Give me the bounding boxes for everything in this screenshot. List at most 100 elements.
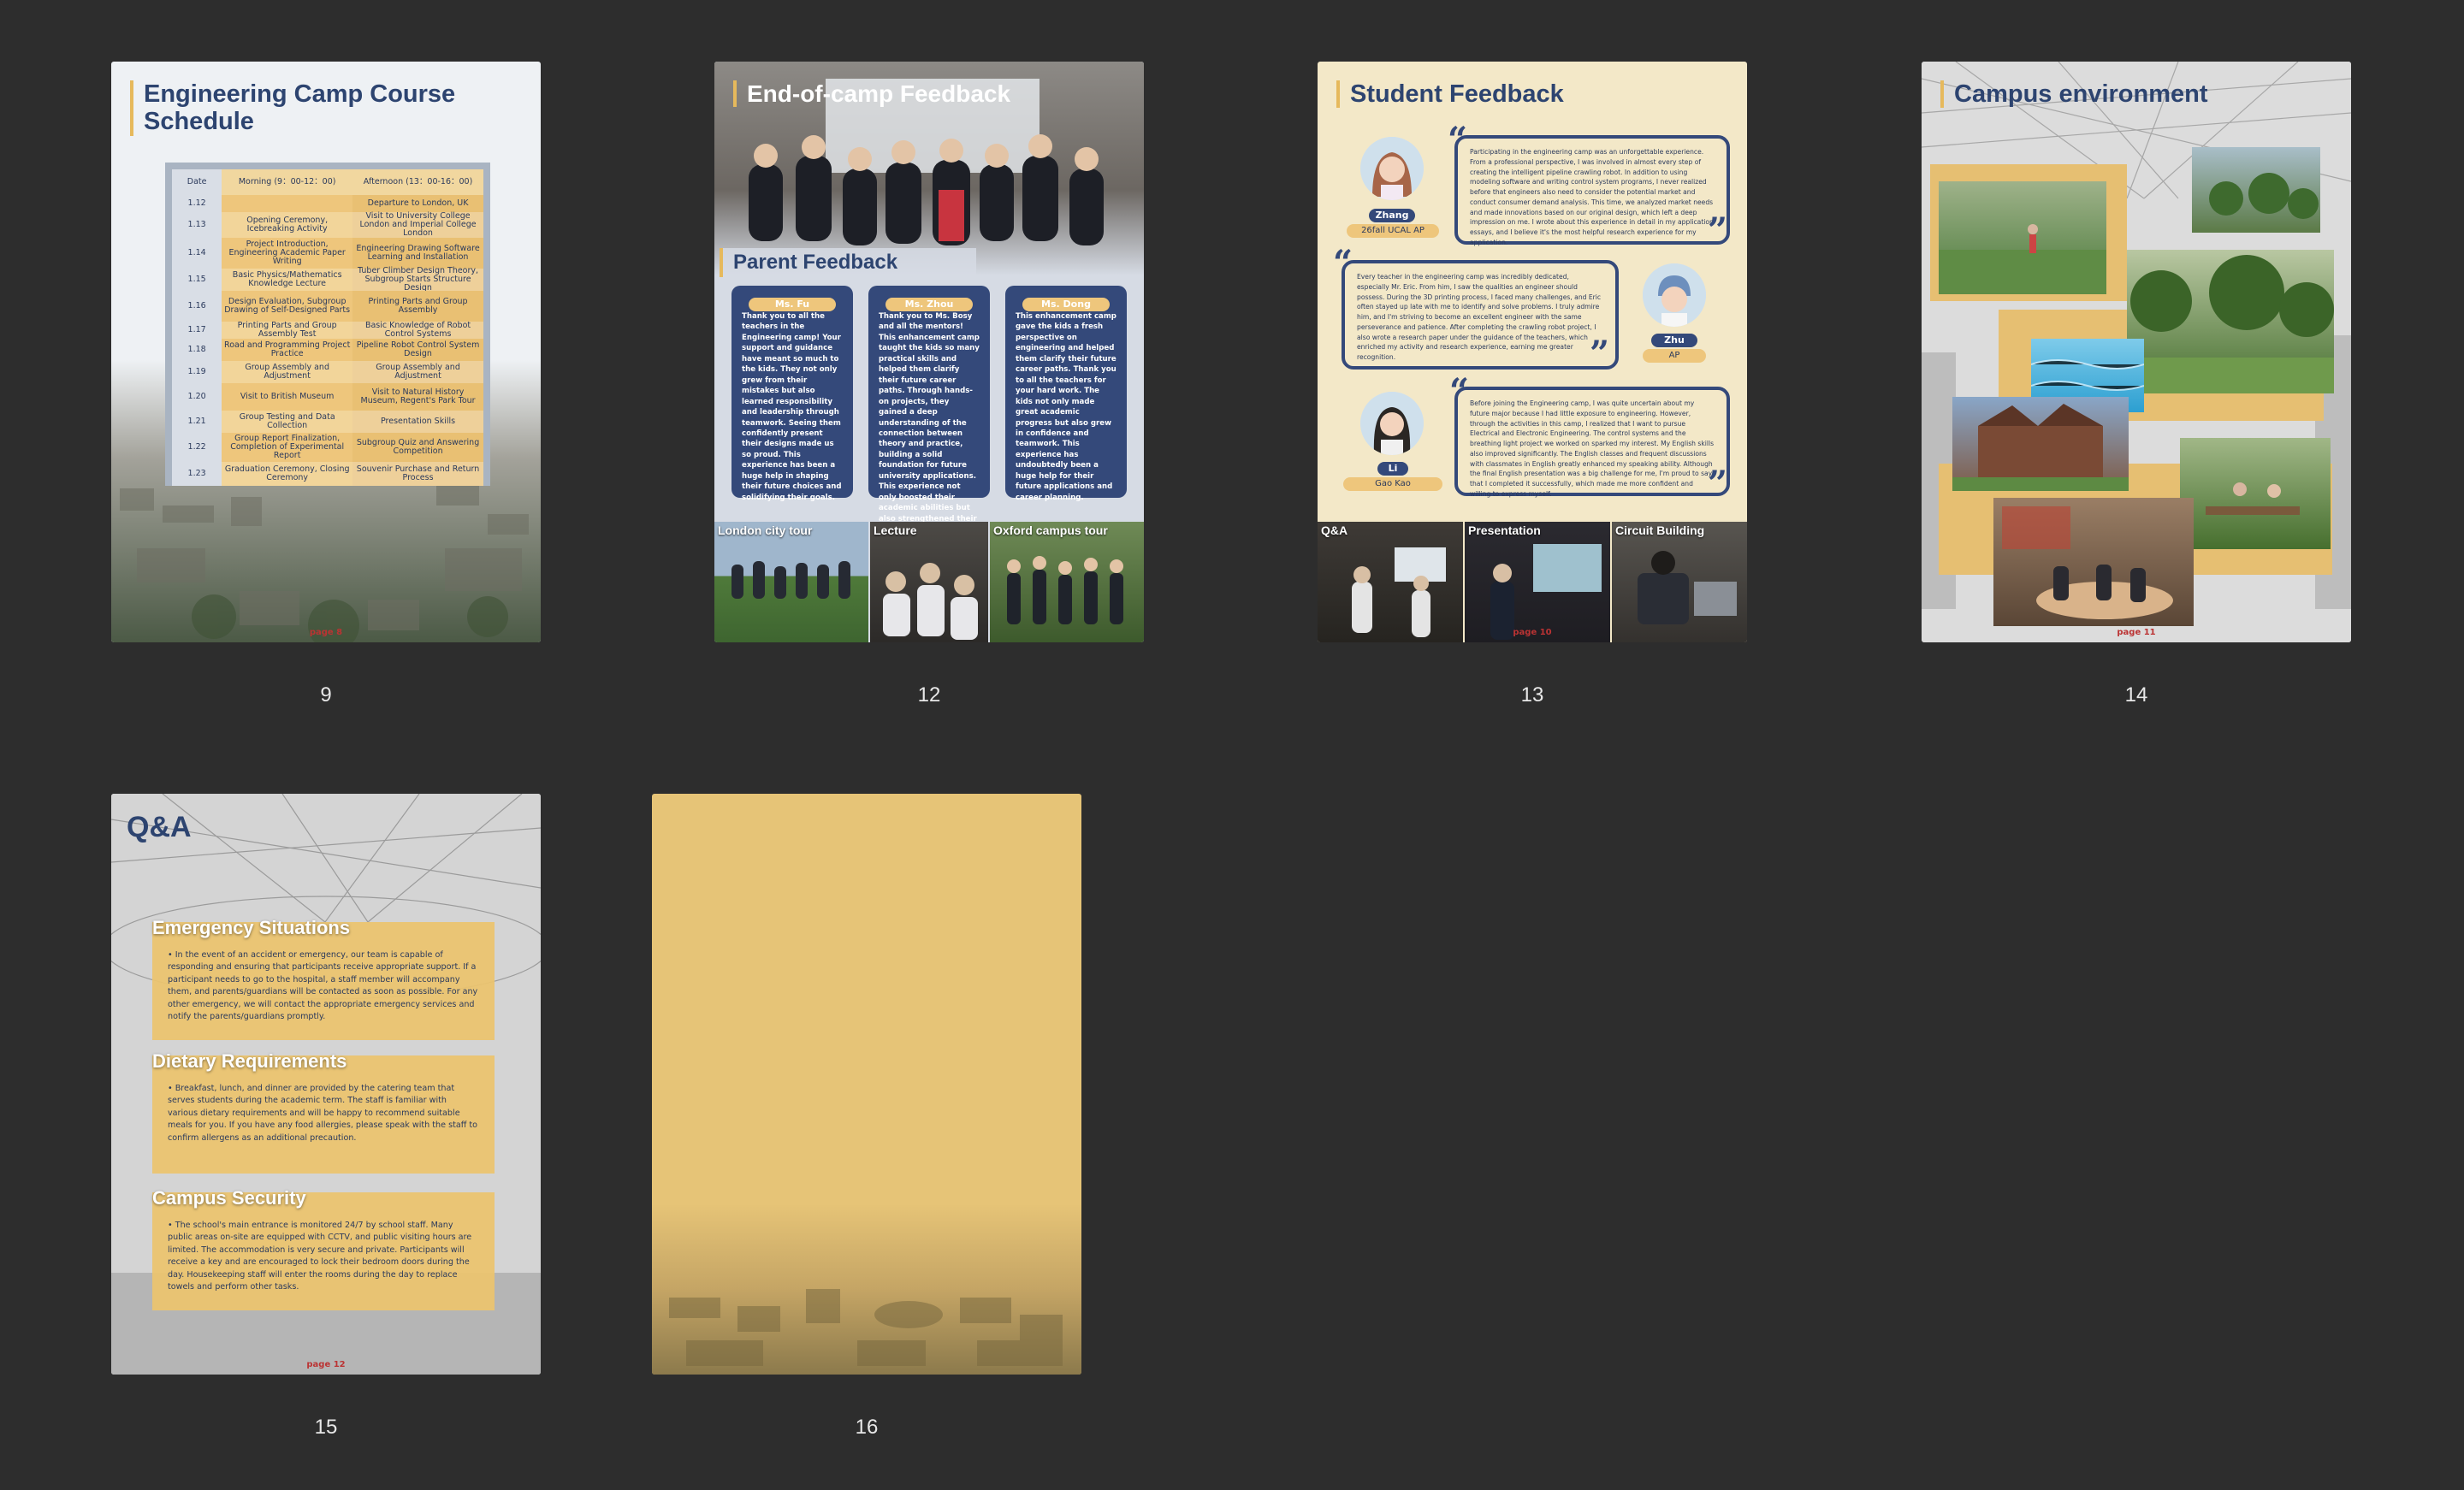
photo-caption: Oxford campus tour (993, 523, 1108, 537)
section-heading-text: Parent Feedback (733, 251, 898, 274)
people-image (1352, 547, 1446, 637)
table-cell-date: 1.17 (172, 322, 222, 339)
slide-thumbnail-16[interactable] (652, 794, 1081, 1375)
table-row: 1.22 Group Report Finalization, Completio… (172, 433, 483, 462)
table-cell-afternoon: Visit to Natural History Museum, Regent'… (352, 383, 483, 411)
student-quote: Participating in the engineering camp wa… (1454, 135, 1730, 246)
table-cell-afternoon: Presentation Skills (352, 411, 483, 433)
slide-thumbnail-13[interactable]: Student Feedback Zhang 26fall UCAL AP “ … (1318, 62, 1747, 642)
slide-title: End-of-camp Feedback (733, 80, 1010, 108)
header-date: Date (172, 169, 222, 195)
student-name: Zhu (1651, 334, 1697, 347)
table-cell-morning: Project Introduction, Engineering Academ… (222, 238, 353, 269)
table-cell-afternoon: Subgroup Quiz and Answering Competition (352, 433, 483, 462)
page-number-label: 13 (1520, 683, 1544, 707)
people-image (1007, 556, 1123, 624)
page-number-label: 16 (855, 1416, 879, 1439)
slide-title: Q&A (127, 811, 192, 843)
slide-title: Campus environment (1940, 80, 2208, 109)
table-cell-afternoon: Basic Knowledge of Robot Control Systems (352, 322, 483, 339)
campus-photo-garden (2127, 250, 2334, 393)
qa-section-text: • Breakfast, lunch, and dinner are provi… (168, 1084, 478, 1143)
avatar (1360, 392, 1424, 455)
parent-feedback-card: Ms. Dong This enhancement camp gave the … (1005, 286, 1127, 502)
slide-thumbnail-15[interactable]: Q&A • In the event of an accident or eme… (111, 794, 541, 1375)
table-cell-date: 1.23 (172, 462, 222, 486)
quote-mark-icon: ” (1708, 464, 1728, 504)
parent-name: Ms. Dong (1022, 298, 1110, 311)
quote-mark-icon: ” (1590, 334, 1610, 374)
table-row: 1.13 Opening Ceremony, Icebreaking Activi… (172, 212, 483, 238)
qa-bullet-text: Breakfast, lunch, and dinner are provide… (168, 1084, 478, 1143)
page-footer: page 10 (1513, 628, 1552, 637)
page-number-label: 12 (917, 683, 941, 707)
people-image (883, 563, 978, 640)
campus-photo-library (1993, 498, 2194, 626)
student-tag: 26fall UCAL AP (1347, 224, 1439, 238)
student-quote: Before joining the Engineering camp, I w… (1454, 387, 1730, 498)
slide-thumbnail-12[interactable]: End-of-camp Feedback Parent Feedback Ms.… (714, 62, 1144, 642)
photo-caption: Circuit Building (1615, 523, 1705, 537)
section-heading-parent-feedback: Parent Feedback (720, 248, 976, 277)
slide-thumbnail-9[interactable]: Engineering Camp Course Schedule Date Mo… (111, 62, 541, 642)
people-image (732, 561, 850, 599)
parent-name: Ms. Zhou (886, 298, 973, 311)
schedule-table: Date Morning (9：00-12：00) Afternoon (13：… (165, 163, 490, 486)
photo-circuit-building: Circuit Building (1612, 522, 1747, 642)
table-cell-morning: Group Assembly and Adjustment (222, 361, 353, 383)
avatar (1360, 137, 1424, 200)
table-row: 1.16 Design Evaluation, Subgroup Drawing … (172, 291, 483, 322)
page-number-label: 15 (314, 1416, 338, 1439)
qa-section: • The school's main entrance is monitore… (152, 1192, 495, 1310)
table-cell-morning: Visit to British Museum (222, 383, 353, 411)
qa-section-heading: Emergency Situations (152, 917, 351, 938)
table-cell-date: 1.21 (172, 411, 222, 433)
student-tag: AP (1643, 349, 1706, 363)
table-header: Date Morning (9：00-12：00) Afternoon (13：… (172, 169, 483, 195)
table-cell-date: 1.12 (172, 195, 222, 212)
table-cell-morning: Group Testing and Data Collection (222, 411, 353, 433)
table-cell-morning: Design Evaluation, Subgroup Drawing of S… (222, 291, 353, 322)
photo-caption: Lecture (874, 523, 917, 537)
table-cell-date: 1.22 (172, 433, 222, 462)
page-number-label: 9 (320, 683, 332, 707)
table-row: 1.12 Departure to London, UK (172, 195, 483, 212)
quote-text: Every teacher in the engineering camp wa… (1357, 273, 1602, 362)
feedback-text: Thank you to Ms. Bosy and all the mentor… (879, 312, 980, 545)
table-row: 1.21 Group Testing and Data Collection Pre… (172, 411, 483, 433)
table-cell-date: 1.19 (172, 361, 222, 383)
table-cell-afternoon: Souvenir Purchase and Return Process (352, 462, 483, 486)
table-row: 1.19 Group Assembly and Adjustment Group A… (172, 361, 483, 383)
people-image (1638, 551, 1737, 624)
table-cell-morning: Group Report Finalization, Completion of… (222, 433, 353, 462)
slide-title: Student Feedback (1336, 80, 1564, 109)
parent-feedback-card: Ms. Zhou Thank you to Ms. Bosy and all t… (868, 286, 990, 545)
qa-section-heading: Campus Security (152, 1187, 306, 1209)
table-cell-date: 1.15 (172, 269, 222, 291)
city-aerial-image (652, 1203, 1081, 1375)
slide-thumbnail-14[interactable]: Campus environment page 11 (1922, 62, 2351, 642)
qa-bullet-text: The school's main entrance is monitored … (168, 1221, 472, 1292)
page-footer: page 8 (309, 628, 343, 637)
avatar (1643, 263, 1706, 327)
photo-presentation: Presentation (1465, 522, 1610, 642)
quote-text: Participating in the engineering camp wa… (1470, 148, 1714, 246)
table-cell-afternoon: Visit to University College London and I… (352, 212, 483, 238)
table-body: 1.12 Departure to London, UK 1.13 Opening C… (172, 195, 483, 486)
table-cell-afternoon: Pipeline Robot Control System Design (352, 339, 483, 361)
table-cell-date: 1.16 (172, 291, 222, 322)
table-cell-afternoon: Printing Parts and Group Assembly (352, 291, 483, 322)
page-footer: page 12 (306, 1360, 346, 1369)
qa-section: • In the event of an accident or emergen… (152, 922, 495, 1040)
qa-section-text: • In the event of an accident or emergen… (168, 950, 478, 1021)
table-row: 1.15 Basic Physics/Mathematics Knowledge … (172, 267, 483, 292)
table-cell-morning: Printing Parts and Group Assembly Test (222, 322, 353, 339)
parent-name: Ms. Fu (749, 298, 836, 311)
table-cell-afternoon: Engineering Drawing Software Learning an… (352, 238, 483, 269)
table-row: 1.18 Road and Programming Project Practic… (172, 339, 483, 361)
qa-section-heading: Dietary Requirements (152, 1050, 347, 1072)
photo-london-city-tour: London city tour (714, 522, 868, 642)
table-cell-morning: Graduation Ceremony, Closing Ceremony (222, 462, 353, 486)
page-footer: page 11 (2117, 628, 2156, 637)
table-row: 1.17 Printing Parts and Group Assembly Te… (172, 322, 483, 339)
